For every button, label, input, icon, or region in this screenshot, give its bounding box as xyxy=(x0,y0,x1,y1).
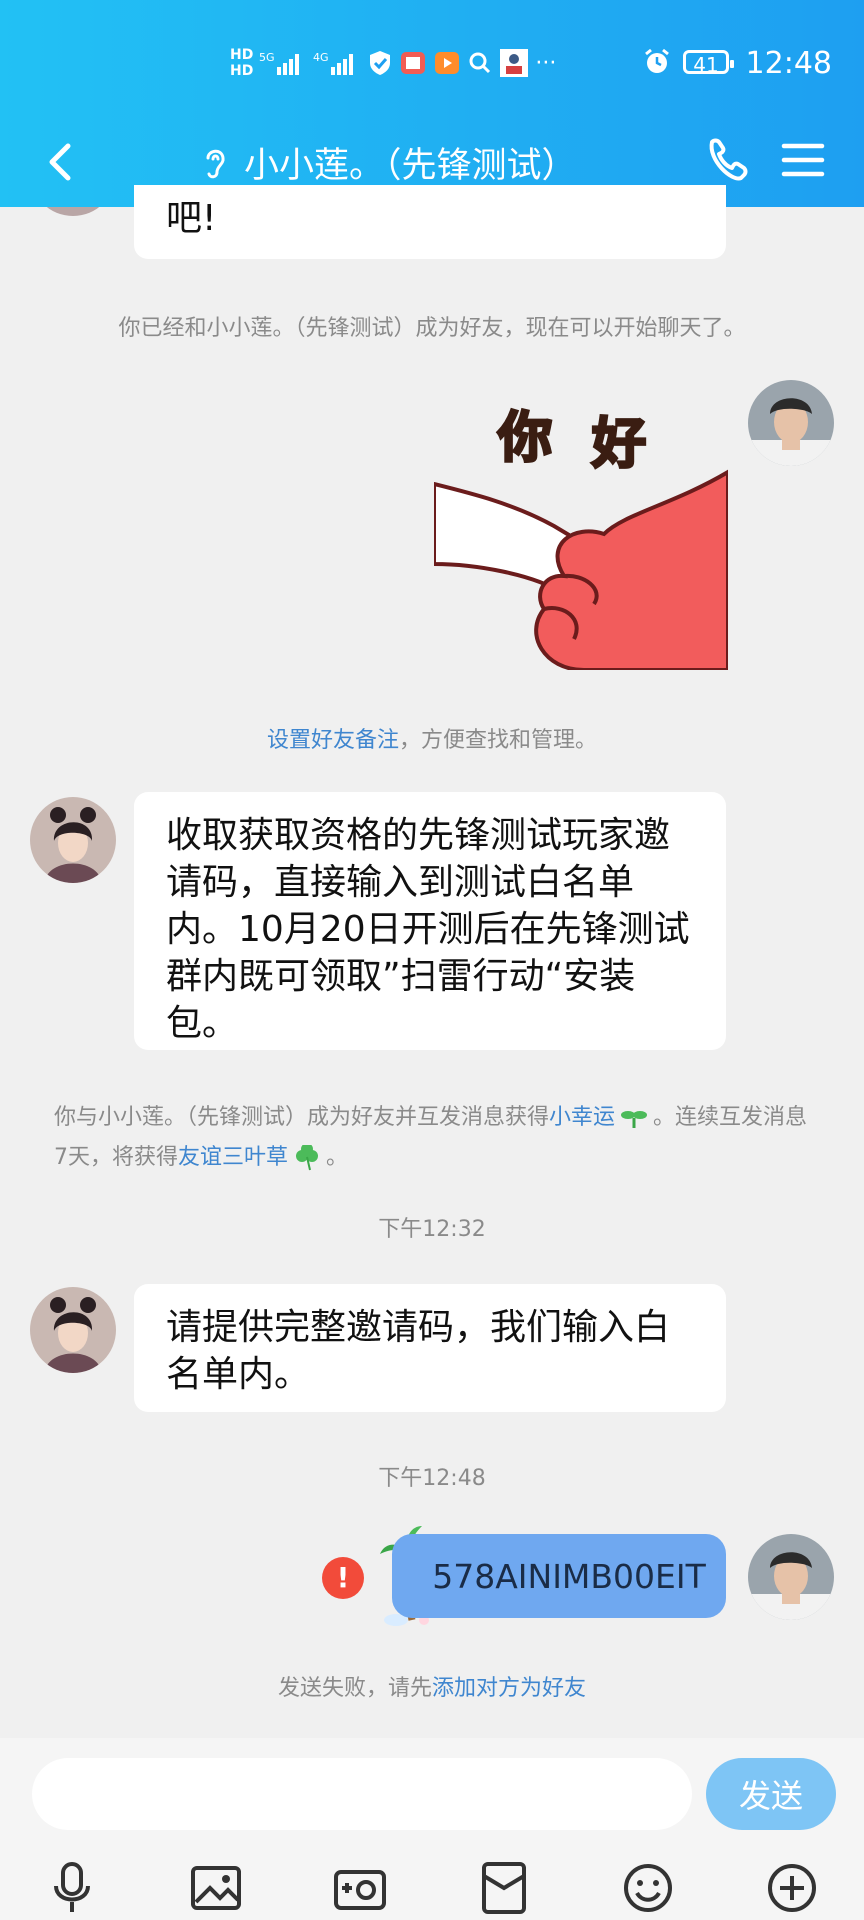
more-status-icon: ··· xyxy=(535,50,557,76)
camera-icon[interactable] xyxy=(332,1860,388,1916)
message-text: 收取获取资格的先锋测试玩家邀请码，直接输入到测试白名单内。10月20日开测后在先… xyxy=(166,815,690,1044)
my-avatar[interactable] xyxy=(748,380,834,466)
battery-icon: 41 xyxy=(683,50,734,77)
sprout-icon xyxy=(621,1111,648,1128)
video-app-icon xyxy=(435,52,460,74)
send-failed-text: 发送失败，请先 xyxy=(277,1676,432,1701)
handshake-sticker-image: 你 好 xyxy=(432,405,730,672)
my-avatar-image xyxy=(748,380,834,466)
my-message-text: 578AINIMB00EIT xyxy=(432,1556,706,1596)
header: HD HD 5G 4G ··· 41 12:48 小小莲。（先锋测试） xyxy=(0,0,864,207)
clover-link[interactable]: 友谊三叶草 xyxy=(178,1145,288,1170)
friend-added-notice: 你已经和小小莲。（先锋测试）成为好友，现在可以开始聊天了。 xyxy=(118,316,746,341)
luck-notice-text: 你与小小莲。（先锋测试）成为好友并互发消息获得 xyxy=(54,1105,550,1130)
timestamp: 下午12:32 xyxy=(378,1217,486,1242)
send-failed-notice: 发送失败，请先添加对方为好友 xyxy=(0,1670,864,1702)
message-text: 请提供完整邀请码，我们输入白名单内。 xyxy=(166,1307,671,1395)
svg-text:5G: 5G xyxy=(259,51,275,64)
friend-avatar-image xyxy=(30,1287,116,1373)
luck-notice: 你与小小莲。（先锋测试）成为好友并互发消息获得小幸运 。连续互发消息7天，将获得友… xyxy=(54,1098,814,1178)
friend-avatar-image xyxy=(30,797,116,883)
ear-icon xyxy=(206,149,225,179)
message-bubble[interactable]: 收取获取资格的先锋测试玩家邀请码，直接输入到测试白名单内。10月20日开测后在先… xyxy=(134,792,726,1050)
luck-notice-text-3: 。 xyxy=(326,1145,349,1170)
clock: 12:48 xyxy=(745,46,832,81)
book-app-icon xyxy=(401,52,426,74)
friend-avatar[interactable] xyxy=(30,797,116,883)
sticker-text-right: 好 xyxy=(591,412,646,475)
alarm-icon xyxy=(645,48,669,73)
emoji-icon[interactable] xyxy=(620,1860,676,1916)
search-icon xyxy=(469,52,491,74)
sticker-text-left: 你 xyxy=(497,406,552,469)
send-button[interactable]: 发送 xyxy=(706,1758,836,1830)
set-remark-link[interactable]: 设置好友备注 xyxy=(267,728,399,753)
app-notification-icon xyxy=(500,49,529,77)
title-group[interactable]: 小小莲。（先锋测试） xyxy=(200,132,577,192)
send-failed-icon[interactable]: ! xyxy=(322,1557,364,1599)
remark-notice-text: ，方便查找和管理。 xyxy=(399,728,598,753)
luck-link[interactable]: 小幸运 xyxy=(549,1105,615,1130)
phone-icon[interactable] xyxy=(702,130,750,190)
message-bubble[interactable]: 吧! xyxy=(134,185,726,259)
signal-4g-icon: 4G xyxy=(313,51,354,75)
status-icons: HD HD 5G 4G ··· xyxy=(230,38,556,88)
my-message-bubble[interactable]: 578AINIMB00EIT xyxy=(392,1534,726,1618)
image-icon[interactable] xyxy=(188,1860,244,1916)
timestamp: 下午12:48 xyxy=(378,1466,486,1491)
status-bar: HD HD 5G 4G ··· 41 12:48 xyxy=(0,0,864,120)
clover-icon xyxy=(296,1143,319,1171)
friend-avatar[interactable] xyxy=(30,1287,116,1373)
red-packet-icon[interactable] xyxy=(476,1860,532,1916)
my-avatar[interactable] xyxy=(748,1534,834,1620)
add-friend-link[interactable]: 添加对方为好友 xyxy=(432,1676,586,1701)
plus-icon[interactable] xyxy=(764,1860,820,1916)
remark-notice: 设置好友备注，方便查找和管理。 xyxy=(0,722,864,754)
message-text: 吧! xyxy=(166,198,217,239)
message-input[interactable] xyxy=(32,1758,692,1830)
hd-signal-icon: HD HD xyxy=(230,47,254,79)
my-avatar-image xyxy=(748,1534,834,1620)
signal-5g-icon: 5G xyxy=(259,51,300,75)
menu-icon[interactable] xyxy=(780,132,826,188)
input-bar: 发送 xyxy=(0,1738,864,1920)
svg-text:4G: 4G xyxy=(313,51,329,64)
back-arrow-icon[interactable] xyxy=(40,132,90,192)
hello-sticker[interactable]: 你 好 xyxy=(432,394,730,672)
microphone-icon[interactable] xyxy=(44,1860,100,1916)
message-bubble[interactable]: 请提供完整邀请码，我们输入白名单内。 xyxy=(134,1284,726,1412)
input-toolbar xyxy=(0,1860,864,1916)
page-title: 小小莲。（先锋测试） xyxy=(244,145,577,186)
shield-icon xyxy=(370,51,391,75)
